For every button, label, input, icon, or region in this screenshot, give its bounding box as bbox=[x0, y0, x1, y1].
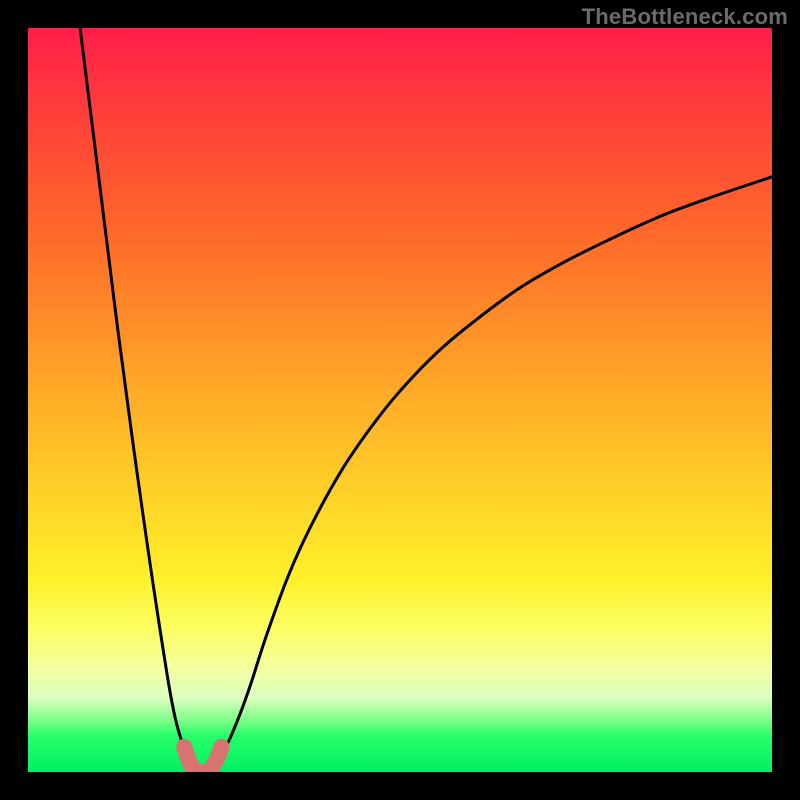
chart-frame: TheBottleneck.com bbox=[0, 0, 800, 800]
watermark-text: TheBottleneck.com bbox=[582, 4, 788, 30]
curve-right-branch bbox=[214, 177, 772, 763]
bottleneck-plot bbox=[28, 28, 772, 772]
plot-svg bbox=[28, 28, 772, 772]
curve-trough-highlight bbox=[184, 747, 221, 772]
curve-left-branch bbox=[80, 28, 192, 762]
